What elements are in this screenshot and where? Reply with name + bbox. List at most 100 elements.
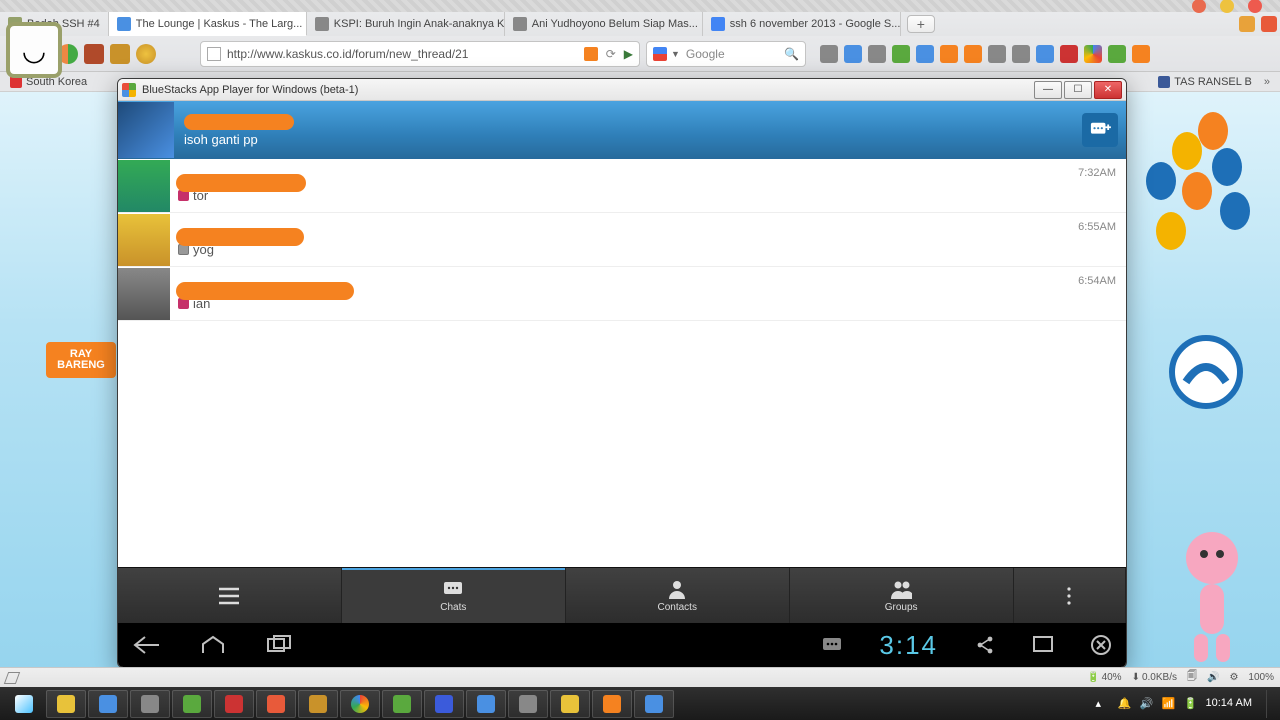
ext-icon[interactable]: [1239, 16, 1255, 32]
taskbar-item[interactable]: [256, 690, 296, 718]
right-extensions: [820, 45, 1150, 63]
tray-icon[interactable]: 🔔: [1118, 697, 1132, 711]
my-avatar[interactable]: [118, 102, 174, 158]
chat-row[interactable]: yog 6:55AM: [118, 213, 1126, 267]
ext-icon[interactable]: [940, 45, 958, 63]
groups-tab[interactable]: Groups: [790, 568, 1014, 623]
favicon-icon: [711, 17, 725, 31]
ext-icon[interactable]: [892, 45, 910, 63]
go-icon[interactable]: ▶: [624, 47, 633, 61]
tray-chevron-icon[interactable]: ▴: [1096, 697, 1110, 711]
taskbar-item[interactable]: [508, 690, 548, 718]
taskbar-item[interactable]: [46, 690, 86, 718]
status-icon[interactable]: 🗐: [1187, 669, 1197, 686]
tab-2[interactable]: KSPI: Buruh Ingin Anak-anaknya Ku...: [307, 12, 505, 36]
taskbar-item[interactable]: [592, 690, 632, 718]
tab-4[interactable]: ssh 6 november 2013 - Google S...: [703, 12, 901, 36]
statusbar-handle[interactable]: [4, 672, 20, 684]
taskbar-item[interactable]: [550, 690, 590, 718]
taskbar-item[interactable]: [340, 690, 380, 718]
close-button[interactable]: ✕: [1094, 81, 1122, 99]
ext-icon[interactable]: [136, 44, 156, 64]
redacted-name: [176, 282, 354, 300]
chevron-right-icon[interactable]: »: [1264, 76, 1270, 88]
tray-battery-icon[interactable]: 🔋: [1184, 697, 1198, 711]
taskbar-item[interactable]: [466, 690, 506, 718]
page-icon: [207, 47, 221, 61]
bluestacks-icon: [122, 83, 136, 97]
search-box[interactable]: ▼ Google 🔍: [646, 41, 806, 67]
taskbar-item[interactable]: [88, 690, 128, 718]
tray-icon[interactable]: 🔊: [1140, 697, 1154, 711]
ext-icon[interactable]: [820, 45, 838, 63]
ext-icon[interactable]: [1060, 45, 1078, 63]
tray-network-icon[interactable]: 📶: [1162, 697, 1176, 711]
start-button[interactable]: [4, 690, 44, 718]
compose-button[interactable]: [1082, 113, 1118, 147]
system-clock[interactable]: 10:14 AM: [1206, 697, 1252, 709]
minimize-button[interactable]: —: [1034, 81, 1062, 99]
ext-icon[interactable]: [1108, 45, 1126, 63]
chat-row[interactable]: tor 7:32AM: [118, 159, 1126, 213]
close-circle-icon[interactable]: [1090, 634, 1112, 656]
ext-icon[interactable]: [84, 44, 104, 64]
battery-status: 🔋40%: [1087, 672, 1121, 683]
taskbar-item[interactable]: [424, 690, 464, 718]
chats-tab[interactable]: Chats: [342, 568, 566, 623]
chat-row[interactable]: ian 6:54AM: [118, 267, 1126, 321]
my-status: isoh ganti pp: [184, 132, 258, 147]
share-icon[interactable]: [974, 634, 996, 656]
status-icon[interactable]: 🔊: [1207, 672, 1219, 683]
tab-3[interactable]: Ani Yudhoyono Belum Siap Mas...: [505, 12, 703, 36]
taskbar-item[interactable]: [214, 690, 254, 718]
hamburger-icon: [218, 585, 240, 607]
ext-icon[interactable]: [988, 45, 1006, 63]
ext-icon[interactable]: [1084, 45, 1102, 63]
maximize-button[interactable]: ☐: [1064, 81, 1092, 99]
kaskus-logo: [1166, 332, 1246, 412]
contacts-tab[interactable]: Contacts: [566, 568, 790, 623]
ext-icon[interactable]: [916, 45, 934, 63]
taskbar-item[interactable]: [130, 690, 170, 718]
favicon-icon: [117, 17, 131, 31]
new-tab-button[interactable]: +: [907, 15, 935, 33]
ext-icon[interactable]: [844, 45, 862, 63]
ext-icon[interactable]: [964, 45, 982, 63]
android-clock: 3:14: [879, 630, 938, 661]
show-desktop-button[interactable]: [1266, 690, 1274, 718]
ext-icon[interactable]: [1036, 45, 1054, 63]
launcher-icon[interactable]: ◡: [6, 22, 62, 78]
search-icon[interactable]: 🔍: [784, 47, 799, 61]
back-button[interactable]: [132, 634, 162, 656]
menu-tab[interactable]: [118, 568, 342, 623]
recent-button[interactable]: [264, 634, 294, 656]
ext-icon[interactable]: [1012, 45, 1030, 63]
fullscreen-icon[interactable]: [1032, 634, 1054, 656]
status-icon[interactable]: ⚙: [1229, 672, 1238, 683]
bluestacks-titlebar[interactable]: BlueStacks App Player for Windows (beta-…: [118, 79, 1126, 101]
taskbar-item[interactable]: [634, 690, 674, 718]
chat-list[interactable]: tor 7:32AM yog 6:55AM ian 6:54AM: [118, 159, 1126, 567]
chat-icon: [442, 578, 464, 600]
taskbar-item[interactable]: [298, 690, 338, 718]
address-bar[interactable]: http://www.kaskus.co.id/forum/new_thread…: [200, 41, 640, 67]
android-navbar: 3:14: [118, 623, 1126, 667]
ext-icon[interactable]: [1261, 16, 1277, 32]
chevron-down-icon[interactable]: ▼: [671, 49, 680, 59]
bbm-notif-icon[interactable]: [821, 634, 843, 656]
balloons-decor: [1142, 102, 1262, 302]
rss-icon[interactable]: [584, 47, 598, 61]
ext-icon[interactable]: [1132, 45, 1150, 63]
taskbar-item[interactable]: [172, 690, 212, 718]
ribbon-text: BARENG: [57, 360, 105, 371]
tab-label: Groups: [885, 602, 918, 613]
taskbar-item[interactable]: [382, 690, 422, 718]
ext-icon[interactable]: [868, 45, 886, 63]
zoom-level[interactable]: 100%: [1248, 672, 1274, 683]
home-button[interactable]: [198, 634, 228, 656]
bookmark-item[interactable]: TAS RANSEL B: [1158, 76, 1252, 88]
refresh-icon[interactable]: ⟳: [606, 47, 616, 61]
overflow-tab[interactable]: [1014, 568, 1126, 623]
ext-icon[interactable]: [110, 44, 130, 64]
tab-1[interactable]: The Lounge | Kaskus - The Larg...✕: [109, 12, 307, 36]
